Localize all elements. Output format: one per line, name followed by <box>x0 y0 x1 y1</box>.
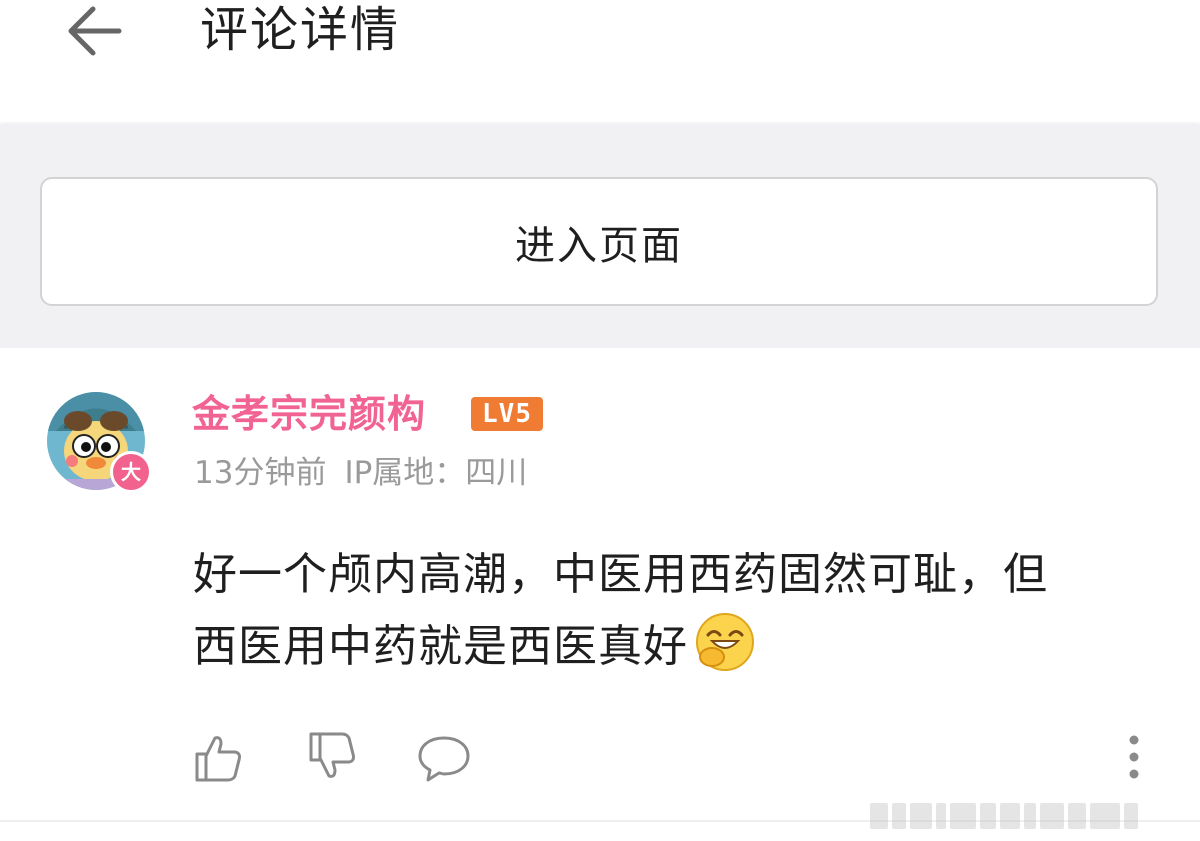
comment-card: 大 金孝宗完颜构 LV5 13分钟前 IP属地：四川 好一个颅内高潮，中医用西药固… <box>0 349 1200 821</box>
arrow-left-icon <box>68 6 122 56</box>
thumbs-up-icon <box>195 736 241 782</box>
comment-actions <box>0 727 1200 791</box>
more-button[interactable] <box>1104 727 1164 787</box>
comment-text-line: 西医用中药就是西医真好 <box>193 611 1153 695</box>
laugh-emoji-icon <box>694 611 756 695</box>
dislike-button[interactable] <box>302 727 362 787</box>
header-bar: 评论详情 <box>0 0 1200 122</box>
comment-text: 好一个颅内高潮，中医用西药固然可耻，但 西医用中药就是西医真好 <box>193 539 1153 695</box>
more-vertical-icon <box>1129 735 1139 779</box>
level-badge: LV5 <box>471 397 543 431</box>
comment-icon <box>418 736 470 782</box>
avatar[interactable]: 大 <box>46 391 152 495</box>
enter-page-button[interactable]: 进入页面 <box>40 177 1158 306</box>
ip-location: IP属地：四川 <box>344 455 528 491</box>
comment-text-line: 好一个颅内高潮，中医用西药固然可耻，但 <box>193 549 1048 600</box>
watermark-image <box>870 796 1190 836</box>
like-button[interactable] <box>188 727 248 787</box>
thumbs-down-icon <box>309 732 355 778</box>
reply-button[interactable] <box>414 727 474 787</box>
avatar-badge: 大 <box>110 451 152 493</box>
username[interactable]: 金孝宗完颜构 <box>192 389 426 439</box>
back-button[interactable] <box>60 0 130 62</box>
comment-time: 13分钟前 <box>194 455 327 491</box>
page-title: 评论详情 <box>200 2 401 58</box>
comment-meta: 13分钟前 IP属地：四川 <box>194 453 527 493</box>
